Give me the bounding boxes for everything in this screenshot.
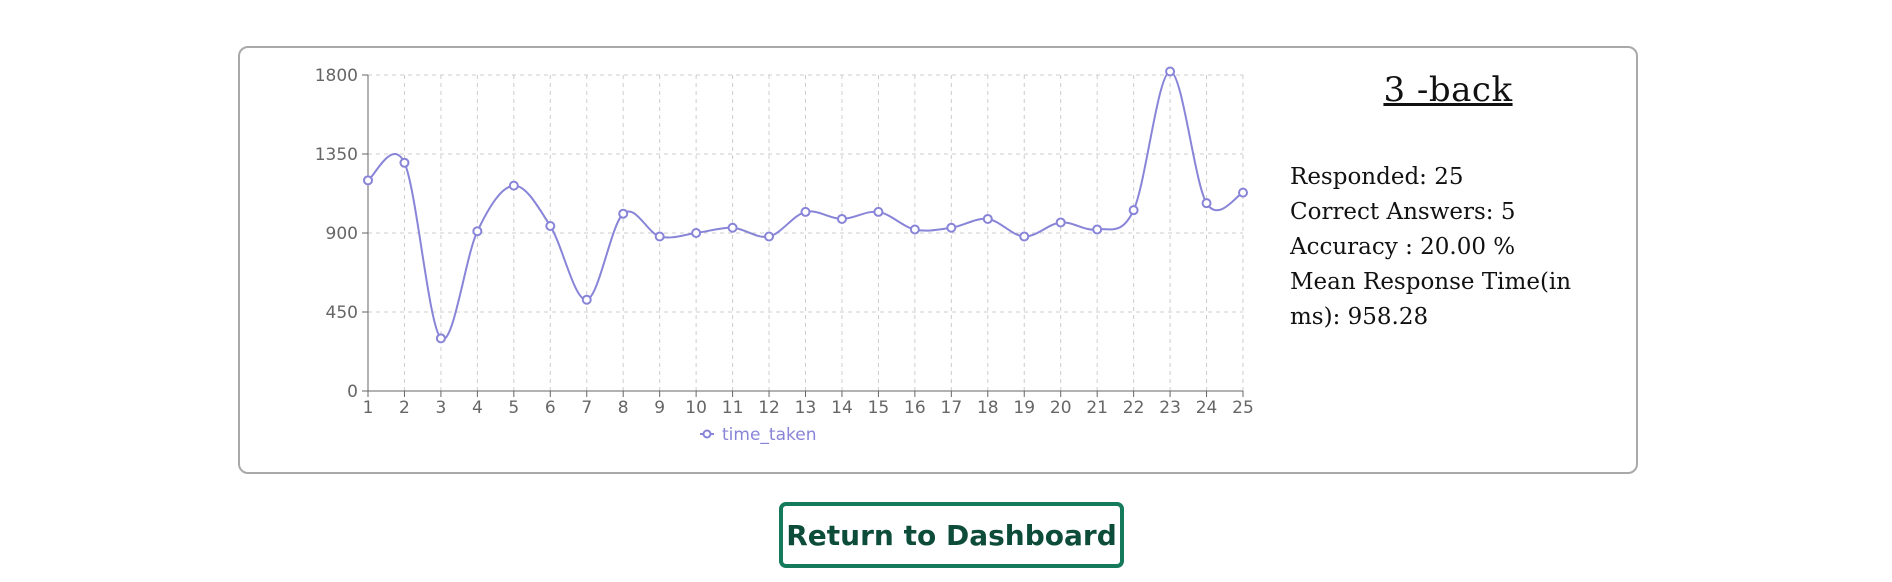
y-tick-label: 0: [347, 382, 358, 402]
data-point: [1201, 198, 1212, 209]
x-tick-label: 16: [904, 398, 926, 418]
y-tick-label: 450: [326, 303, 358, 323]
x-tick-label: 14: [831, 398, 853, 418]
x-tick-label: 8: [618, 398, 629, 418]
stat-label: Accuracy :: [1290, 234, 1413, 260]
stat-label: Correct Answers:: [1290, 199, 1494, 225]
x-tick-label: 5: [508, 398, 519, 418]
data-point: [1019, 231, 1030, 242]
x-tick-label: 11: [722, 398, 744, 418]
data-point: [982, 213, 993, 224]
data-point: [508, 180, 519, 191]
x-tick-label: 21: [1086, 398, 1108, 418]
x-tick-label: 13: [795, 398, 817, 418]
x-tick-label: 10: [685, 398, 707, 418]
stat-value: 5: [1500, 199, 1516, 225]
x-tick-label: 19: [1013, 398, 1035, 418]
y-tick-label: 1800: [315, 66, 358, 86]
results-panel: 3 -back Responded: 25 Correct Answers: 5…: [1290, 70, 1610, 335]
data-point: [399, 157, 410, 168]
stat-label: Mean Response Time(in ms):: [1290, 269, 1572, 330]
x-tick-label: 25: [1232, 398, 1254, 418]
stat-correct-answers: Correct Answers: 5: [1290, 195, 1610, 230]
data-point: [946, 222, 957, 233]
x-tick-label: 9: [654, 398, 665, 418]
data-point: [1165, 66, 1176, 77]
response-time-chart: 0450900135018001 2 3 4 5 6 7 8 9 10 11 12 13 14 15 16 17…: [315, 66, 1254, 445]
stat-value: 25: [1434, 164, 1464, 190]
data-point: [581, 294, 592, 305]
data-point: [1128, 205, 1139, 216]
data-point: [1092, 224, 1103, 235]
x-tick-label: 24: [1196, 398, 1218, 418]
legend-label: time_taken: [722, 425, 816, 445]
x-tick-label: 12: [758, 398, 780, 418]
data-point: [363, 175, 373, 186]
data-point: [545, 220, 556, 231]
y-tick-label: 1350: [315, 145, 358, 165]
stat-responded: Responded: 25: [1290, 160, 1610, 195]
data-point: [873, 206, 884, 217]
data-point: [764, 231, 775, 242]
x-tick-label: 22: [1123, 398, 1145, 418]
x-tick-label: 4: [472, 398, 483, 418]
stats-list: Responded: 25 Correct Answers: 5 Accurac…: [1290, 160, 1610, 335]
stat-value: 958.28: [1347, 304, 1429, 330]
data-point: [1055, 217, 1066, 228]
stat-accuracy: Accuracy : 20.00 %: [1290, 230, 1610, 265]
x-tick-label: 1: [363, 398, 374, 418]
legend-marker: [702, 429, 712, 439]
results-card: 0 450 900 1350 1800 1 2 3 4 5 6 7 8 9 10 11 12 13 14 15 16 17…: [238, 46, 1638, 474]
x-tick-label: 20: [1050, 398, 1072, 418]
stat-label: Responded:: [1290, 164, 1427, 190]
data-point: [1238, 187, 1248, 198]
stat-value: 20.00 %: [1420, 234, 1516, 260]
data-point: [909, 224, 920, 235]
data-point: [836, 213, 847, 224]
data-point: [727, 222, 738, 233]
data-point: [435, 333, 446, 344]
x-tick-label: 2: [399, 398, 410, 418]
x-tick-label: 6: [545, 398, 556, 418]
data-point: [654, 231, 665, 242]
data-point: [800, 206, 811, 217]
x-tick-label: 18: [977, 398, 999, 418]
x-tick-label: 3: [436, 398, 447, 418]
return-to-dashboard-button[interactable]: Return to Dashboard: [779, 502, 1124, 568]
data-point: [472, 226, 483, 237]
x-tick-label: 23: [1159, 398, 1181, 418]
data-point: [618, 208, 629, 219]
y-tick-label: 900: [326, 224, 358, 244]
stat-mean-response-time: Mean Response Time(in ms): 958.28: [1290, 265, 1610, 335]
data-point: [691, 228, 702, 238]
x-tick-label: 17: [941, 398, 963, 418]
x-tick-label: 7: [581, 398, 592, 418]
x-tick-label: 15: [868, 398, 890, 418]
panel-title: 3 -back: [1383, 70, 1513, 110]
